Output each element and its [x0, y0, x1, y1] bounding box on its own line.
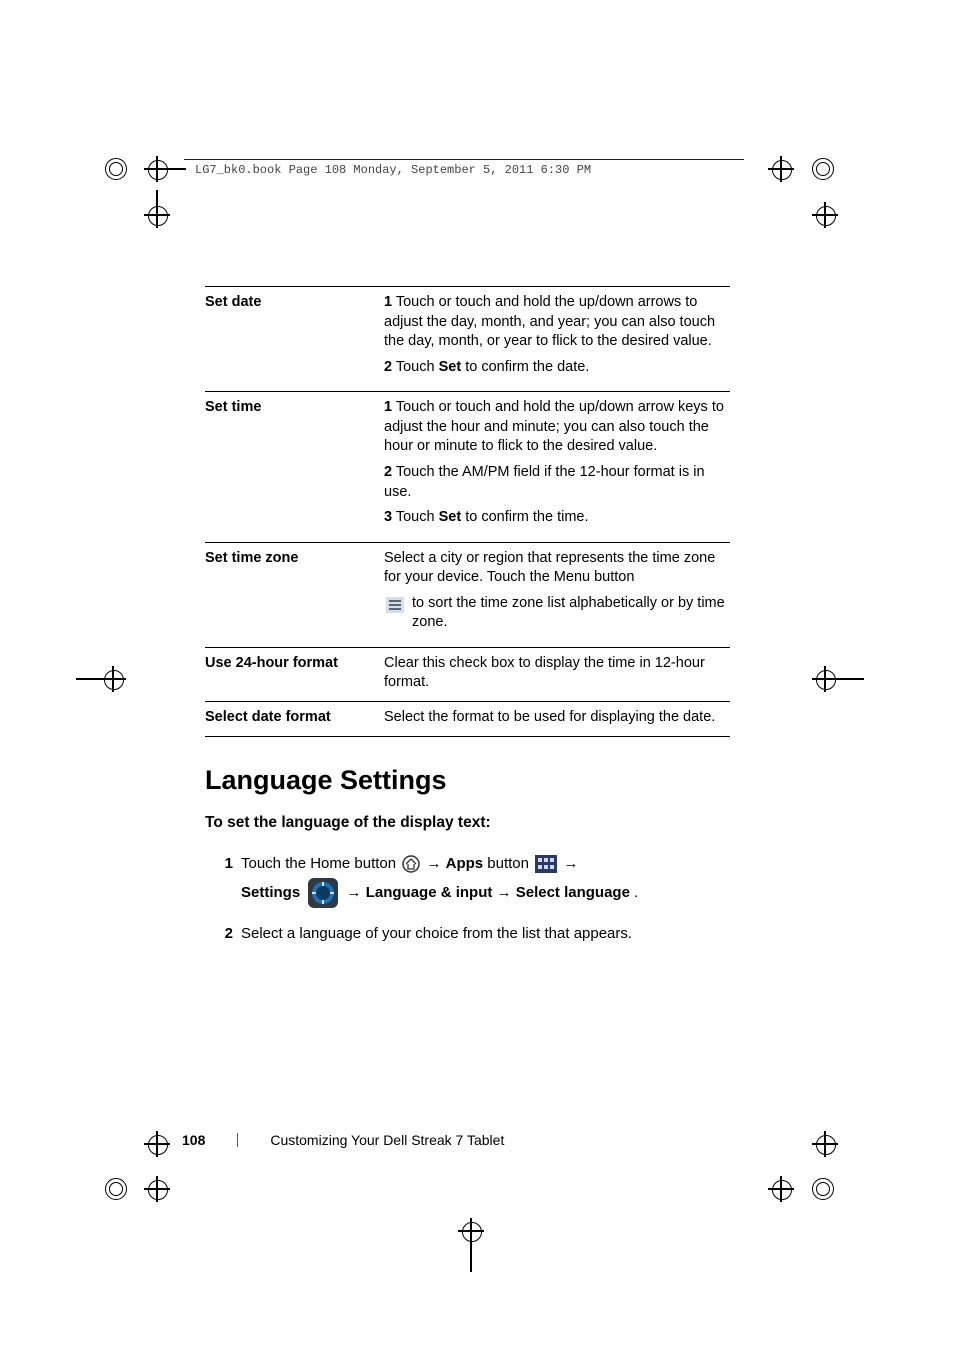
step-text: Touch or touch and hold the up/down arro…	[384, 294, 715, 349]
step-body: Select a language of your choice from th…	[241, 920, 730, 949]
footer-divider	[237, 1133, 238, 1147]
step: 2 Touch the AM/PM field if the 12-hour f…	[384, 463, 726, 502]
row-label: Use 24-hour format	[205, 647, 384, 701]
text: button	[487, 855, 533, 872]
text: →	[347, 884, 366, 901]
registration-mark-icon	[105, 1178, 127, 1200]
step-number: 1	[384, 399, 392, 415]
row-description: Clear this check box to display the time…	[384, 647, 730, 701]
crop-line	[470, 1242, 472, 1272]
step-text-prefix: Touch	[396, 509, 439, 525]
step-text: Touch or touch and hold the up/down arro…	[384, 399, 724, 454]
hamburger-menu-icon	[386, 597, 404, 613]
row-label: Set date	[205, 287, 384, 392]
step-number: 1	[384, 294, 392, 310]
crop-line	[156, 190, 158, 210]
text: →	[497, 884, 516, 901]
step-number: 2	[384, 359, 392, 375]
step-number: 3	[384, 509, 392, 525]
chapter-title: Customizing Your Dell Streak 7 Tablet	[270, 1132, 504, 1148]
sub-heading: To set the language of the display text:	[205, 814, 730, 832]
step-number: 1	[205, 850, 241, 909]
registration-mark-icon	[812, 158, 834, 180]
page-number: 108	[182, 1132, 205, 1148]
table-row: Set time 1 Touch or touch and hold the u…	[205, 392, 730, 542]
step: 2 Touch Set to confirm the date.	[384, 358, 726, 378]
table-row: Set time zone Select a city or region th…	[205, 542, 730, 647]
step: 1 Touch or touch and hold the up/down ar…	[384, 398, 726, 457]
procedure-list: 1 Touch the Home button → Apps button	[205, 850, 730, 949]
step-text-suffix: to confirm the date.	[461, 359, 589, 375]
step-number: 2	[384, 464, 392, 480]
step-text: Touch the AM/PM field if the 12-hour for…	[384, 464, 705, 500]
print-metadata-header: LG7_bk0.book Page 108 Monday, September …	[195, 163, 591, 177]
row-description: Select the format to be used for display…	[384, 702, 730, 737]
step-text-suffix: to confirm the time.	[461, 509, 588, 525]
select-language-label: Select language	[516, 884, 630, 901]
step-number: 2	[205, 920, 241, 949]
text: →	[563, 855, 578, 872]
icon-after-text: to sort the time zone list alphabeticall…	[412, 594, 726, 633]
crop-line	[166, 168, 186, 170]
step-bold: Set	[439, 359, 462, 375]
section-heading: Language Settings	[205, 765, 730, 796]
row-description: Select a city or region that represents …	[384, 542, 730, 647]
step-text-prefix: Touch	[396, 359, 439, 375]
table-row: Select date format Select the format to …	[205, 702, 730, 737]
paragraph-with-icon: to sort the time zone list alphabeticall…	[384, 594, 726, 633]
list-item: 2 Select a language of your choice from …	[205, 920, 730, 949]
row-description: 1 Touch or touch and hold the up/down ar…	[384, 392, 730, 542]
step-body: Touch the Home button → Apps button	[241, 850, 730, 909]
row-label: Set time	[205, 392, 384, 542]
text: →	[426, 855, 445, 872]
apps-grid-icon	[535, 855, 557, 873]
paragraph: Select a city or region that represents …	[384, 549, 726, 588]
row-label: Set time zone	[205, 542, 384, 647]
registration-mark-icon	[812, 1178, 834, 1200]
step: 1 Touch or touch and hold the up/down ar…	[384, 293, 726, 352]
row-description: 1 Touch or touch and hold the up/down ar…	[384, 287, 730, 392]
row-label: Select date format	[205, 702, 384, 737]
home-icon	[402, 855, 420, 873]
page-footer: 108 Customizing Your Dell Streak 7 Table…	[182, 1132, 504, 1148]
table-row: Use 24-hour format Clear this check box …	[205, 647, 730, 701]
step-bold: Set	[439, 509, 462, 525]
table-row: Set date 1 Touch or touch and hold the u…	[205, 287, 730, 392]
page-content: Set date 1 Touch or touch and hold the u…	[205, 286, 730, 961]
header-rule	[184, 159, 744, 160]
crop-line	[76, 678, 106, 680]
text: .	[634, 884, 638, 901]
language-input-label: Language & input	[366, 884, 493, 901]
settings-table: Set date 1 Touch or touch and hold the u…	[205, 286, 730, 737]
settings-gear-icon	[308, 878, 338, 908]
text: Touch the Home button	[241, 855, 400, 872]
list-item: 1 Touch the Home button → Apps button	[205, 850, 730, 909]
registration-mark-icon	[105, 158, 127, 180]
step: 3 Touch Set to confirm the time.	[384, 508, 726, 528]
apps-label: Apps	[446, 855, 484, 872]
settings-label: Settings	[241, 884, 300, 901]
crop-line	[834, 678, 864, 680]
